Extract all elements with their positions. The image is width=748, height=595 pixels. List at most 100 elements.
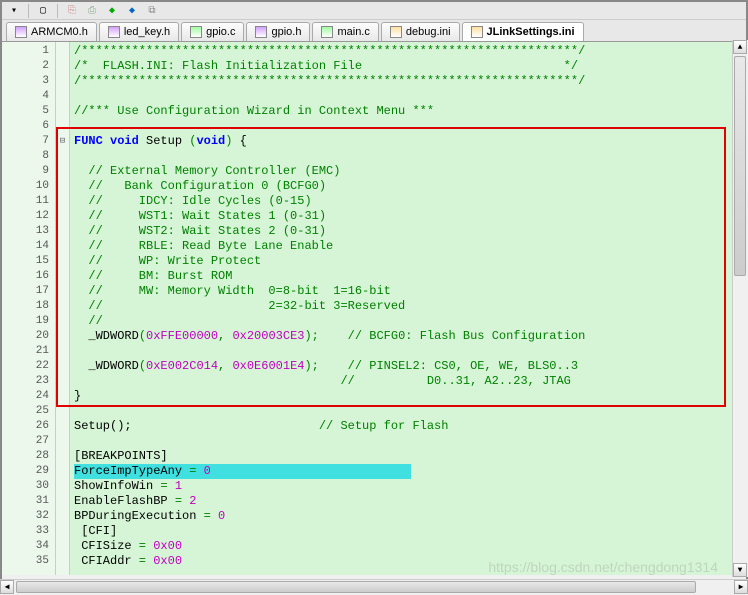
scroll-up-button[interactable]: ▲ — [733, 40, 747, 54]
file-icon — [390, 26, 402, 38]
vertical-scrollbar[interactable]: ▲ ▼ — [732, 40, 748, 577]
code-line[interactable]: // BM: Burst ROM — [74, 269, 746, 284]
line-number: 27 — [2, 434, 49, 449]
line-number: 33 — [2, 524, 49, 539]
code-line[interactable]: // — [74, 314, 746, 329]
code-line[interactable]: // WST1: Wait States 1 (0-31) — [74, 209, 746, 224]
fold-marker — [56, 509, 69, 524]
line-number: 2 — [2, 59, 49, 74]
code-line[interactable] — [74, 404, 746, 419]
line-number: 13 — [2, 224, 49, 239]
diamond-green-icon[interactable]: ◆ — [104, 4, 120, 18]
tab-gpio-c[interactable]: gpio.c — [181, 22, 244, 41]
code-line[interactable]: // Bank Configuration 0 (BCFG0) — [74, 179, 746, 194]
scroll-thumb-h[interactable] — [16, 581, 696, 593]
line-number: 24 — [2, 389, 49, 404]
fold-marker — [56, 119, 69, 134]
code-line[interactable]: // RBLE: Read Byte Lane Enable — [74, 239, 746, 254]
code-line[interactable] — [74, 89, 746, 104]
code-line[interactable]: ShowInfoWin = 1 — [74, 479, 746, 494]
code-line[interactable]: BPDuringExecution = 0 — [74, 509, 746, 524]
code-line[interactable]: [BREAKPOINTS] — [74, 449, 746, 464]
code-line[interactable]: // IDCY: Idle Cycles (0-15) — [74, 194, 746, 209]
line-number: 19 — [2, 314, 49, 329]
code-line[interactable]: ForceImpTypeAny = 0 — [74, 464, 746, 479]
code-line[interactable]: // External Memory Controller (EMC) — [74, 164, 746, 179]
line-number: 12 — [2, 209, 49, 224]
fold-marker — [56, 149, 69, 164]
line-number: 26 — [2, 419, 49, 434]
code-line[interactable]: // MW: Memory Width 0=8-bit 1=16-bit — [74, 284, 746, 299]
fold-marker — [56, 479, 69, 494]
horizontal-scrollbar[interactable]: ◀ ▶ — [0, 579, 748, 595]
code-line[interactable]: _WDWORD(0xE002C014, 0x0E6001E4); // PINS… — [74, 359, 746, 374]
code-line[interactable]: _WDWORD(0xFFE00000, 0x20003CE3); // BCFG… — [74, 329, 746, 344]
tree-icon[interactable]: ⧉ — [144, 4, 160, 18]
code-line[interactable]: //*** Use Configuration Wizard in Contex… — [74, 104, 746, 119]
fold-marker — [56, 464, 69, 479]
code-line[interactable] — [74, 344, 746, 359]
fold-marker — [56, 299, 69, 314]
tab-led_key-h[interactable]: led_key.h — [99, 22, 179, 41]
code-line[interactable]: CFIAddr = 0x00 — [74, 554, 746, 569]
line-number: 21 — [2, 344, 49, 359]
code-line[interactable] — [74, 434, 746, 449]
line-number: 8 — [2, 149, 49, 164]
tab-main-c[interactable]: main.c — [312, 22, 378, 41]
fold-marker — [56, 209, 69, 224]
file-icon — [255, 26, 267, 38]
scroll-left-button[interactable]: ◀ — [0, 580, 14, 594]
fold-marker — [56, 179, 69, 194]
scroll-thumb-v[interactable] — [734, 56, 746, 276]
code-line[interactable]: /***************************************… — [74, 44, 746, 59]
code-line[interactable]: // WP: Write Protect — [74, 254, 746, 269]
copy-icon[interactable]: ⎘ — [64, 4, 80, 18]
diamond-blue-icon[interactable]: ◆ — [124, 4, 140, 18]
code-line[interactable]: CFISize = 0x00 — [74, 539, 746, 554]
code-line[interactable]: EnableFlashBP = 2 — [74, 494, 746, 509]
fold-marker — [56, 59, 69, 74]
fold-marker — [56, 104, 69, 119]
fold-marker — [56, 74, 69, 89]
code-line[interactable]: // D0..31, A2..23, JTAG — [74, 374, 746, 389]
code-line[interactable]: /***************************************… — [74, 74, 746, 89]
line-number: 20 — [2, 329, 49, 344]
tab-JLinkSettings-ini[interactable]: JLinkSettings.ini — [462, 22, 584, 41]
code-line[interactable]: [CFI] — [74, 524, 746, 539]
fold-marker — [56, 404, 69, 419]
scroll-down-button[interactable]: ▼ — [733, 563, 747, 577]
code-line[interactable]: // 2=32-bit 3=Reserved — [74, 299, 746, 314]
tab-label: gpio.c — [206, 26, 235, 38]
tab-ARMCM0-h[interactable]: ARMCM0.h — [6, 22, 97, 41]
code-line[interactable]: /* FLASH.INI: Flash Initialization File … — [74, 59, 746, 74]
file-icon — [108, 26, 120, 38]
line-number: 3 — [2, 74, 49, 89]
tab-debug-ini[interactable]: debug.ini — [381, 22, 460, 41]
code-line[interactable]: FUNC void Setup (void) { — [74, 134, 746, 149]
fold-marker — [56, 359, 69, 374]
code-line[interactable] — [74, 119, 746, 134]
toolbar: ▾ ▢ ⎘ ⎙ ◆ ◆ ⧉ — [2, 2, 746, 20]
code-line[interactable]: Setup(); // Setup for Flash — [74, 419, 746, 434]
line-number: 11 — [2, 194, 49, 209]
arrow-down-icon[interactable]: ▾ — [6, 4, 22, 18]
code-line[interactable]: // WST2: Wait States 2 (0-31) — [74, 224, 746, 239]
code-line[interactable]: } — [74, 389, 746, 404]
paste-icon[interactable]: ⎙ — [84, 4, 100, 18]
fold-marker — [56, 524, 69, 539]
fold-marker — [56, 89, 69, 104]
fold-marker — [56, 374, 69, 389]
line-number-gutter: 1234567891011121314151617181920212223242… — [2, 42, 56, 575]
scroll-right-button[interactable]: ▶ — [734, 580, 748, 594]
line-number: 10 — [2, 179, 49, 194]
file-icon — [321, 26, 333, 38]
tab-gpio-h[interactable]: gpio.h — [246, 22, 310, 41]
line-number: 6 — [2, 119, 49, 134]
fold-marker[interactable]: ⊟ — [56, 134, 69, 149]
code-area[interactable]: /***************************************… — [70, 42, 746, 575]
box-icon[interactable]: ▢ — [35, 4, 51, 18]
code-line[interactable] — [74, 149, 746, 164]
tab-label: led_key.h — [124, 26, 170, 38]
fold-marker — [56, 449, 69, 464]
fold-marker — [56, 254, 69, 269]
